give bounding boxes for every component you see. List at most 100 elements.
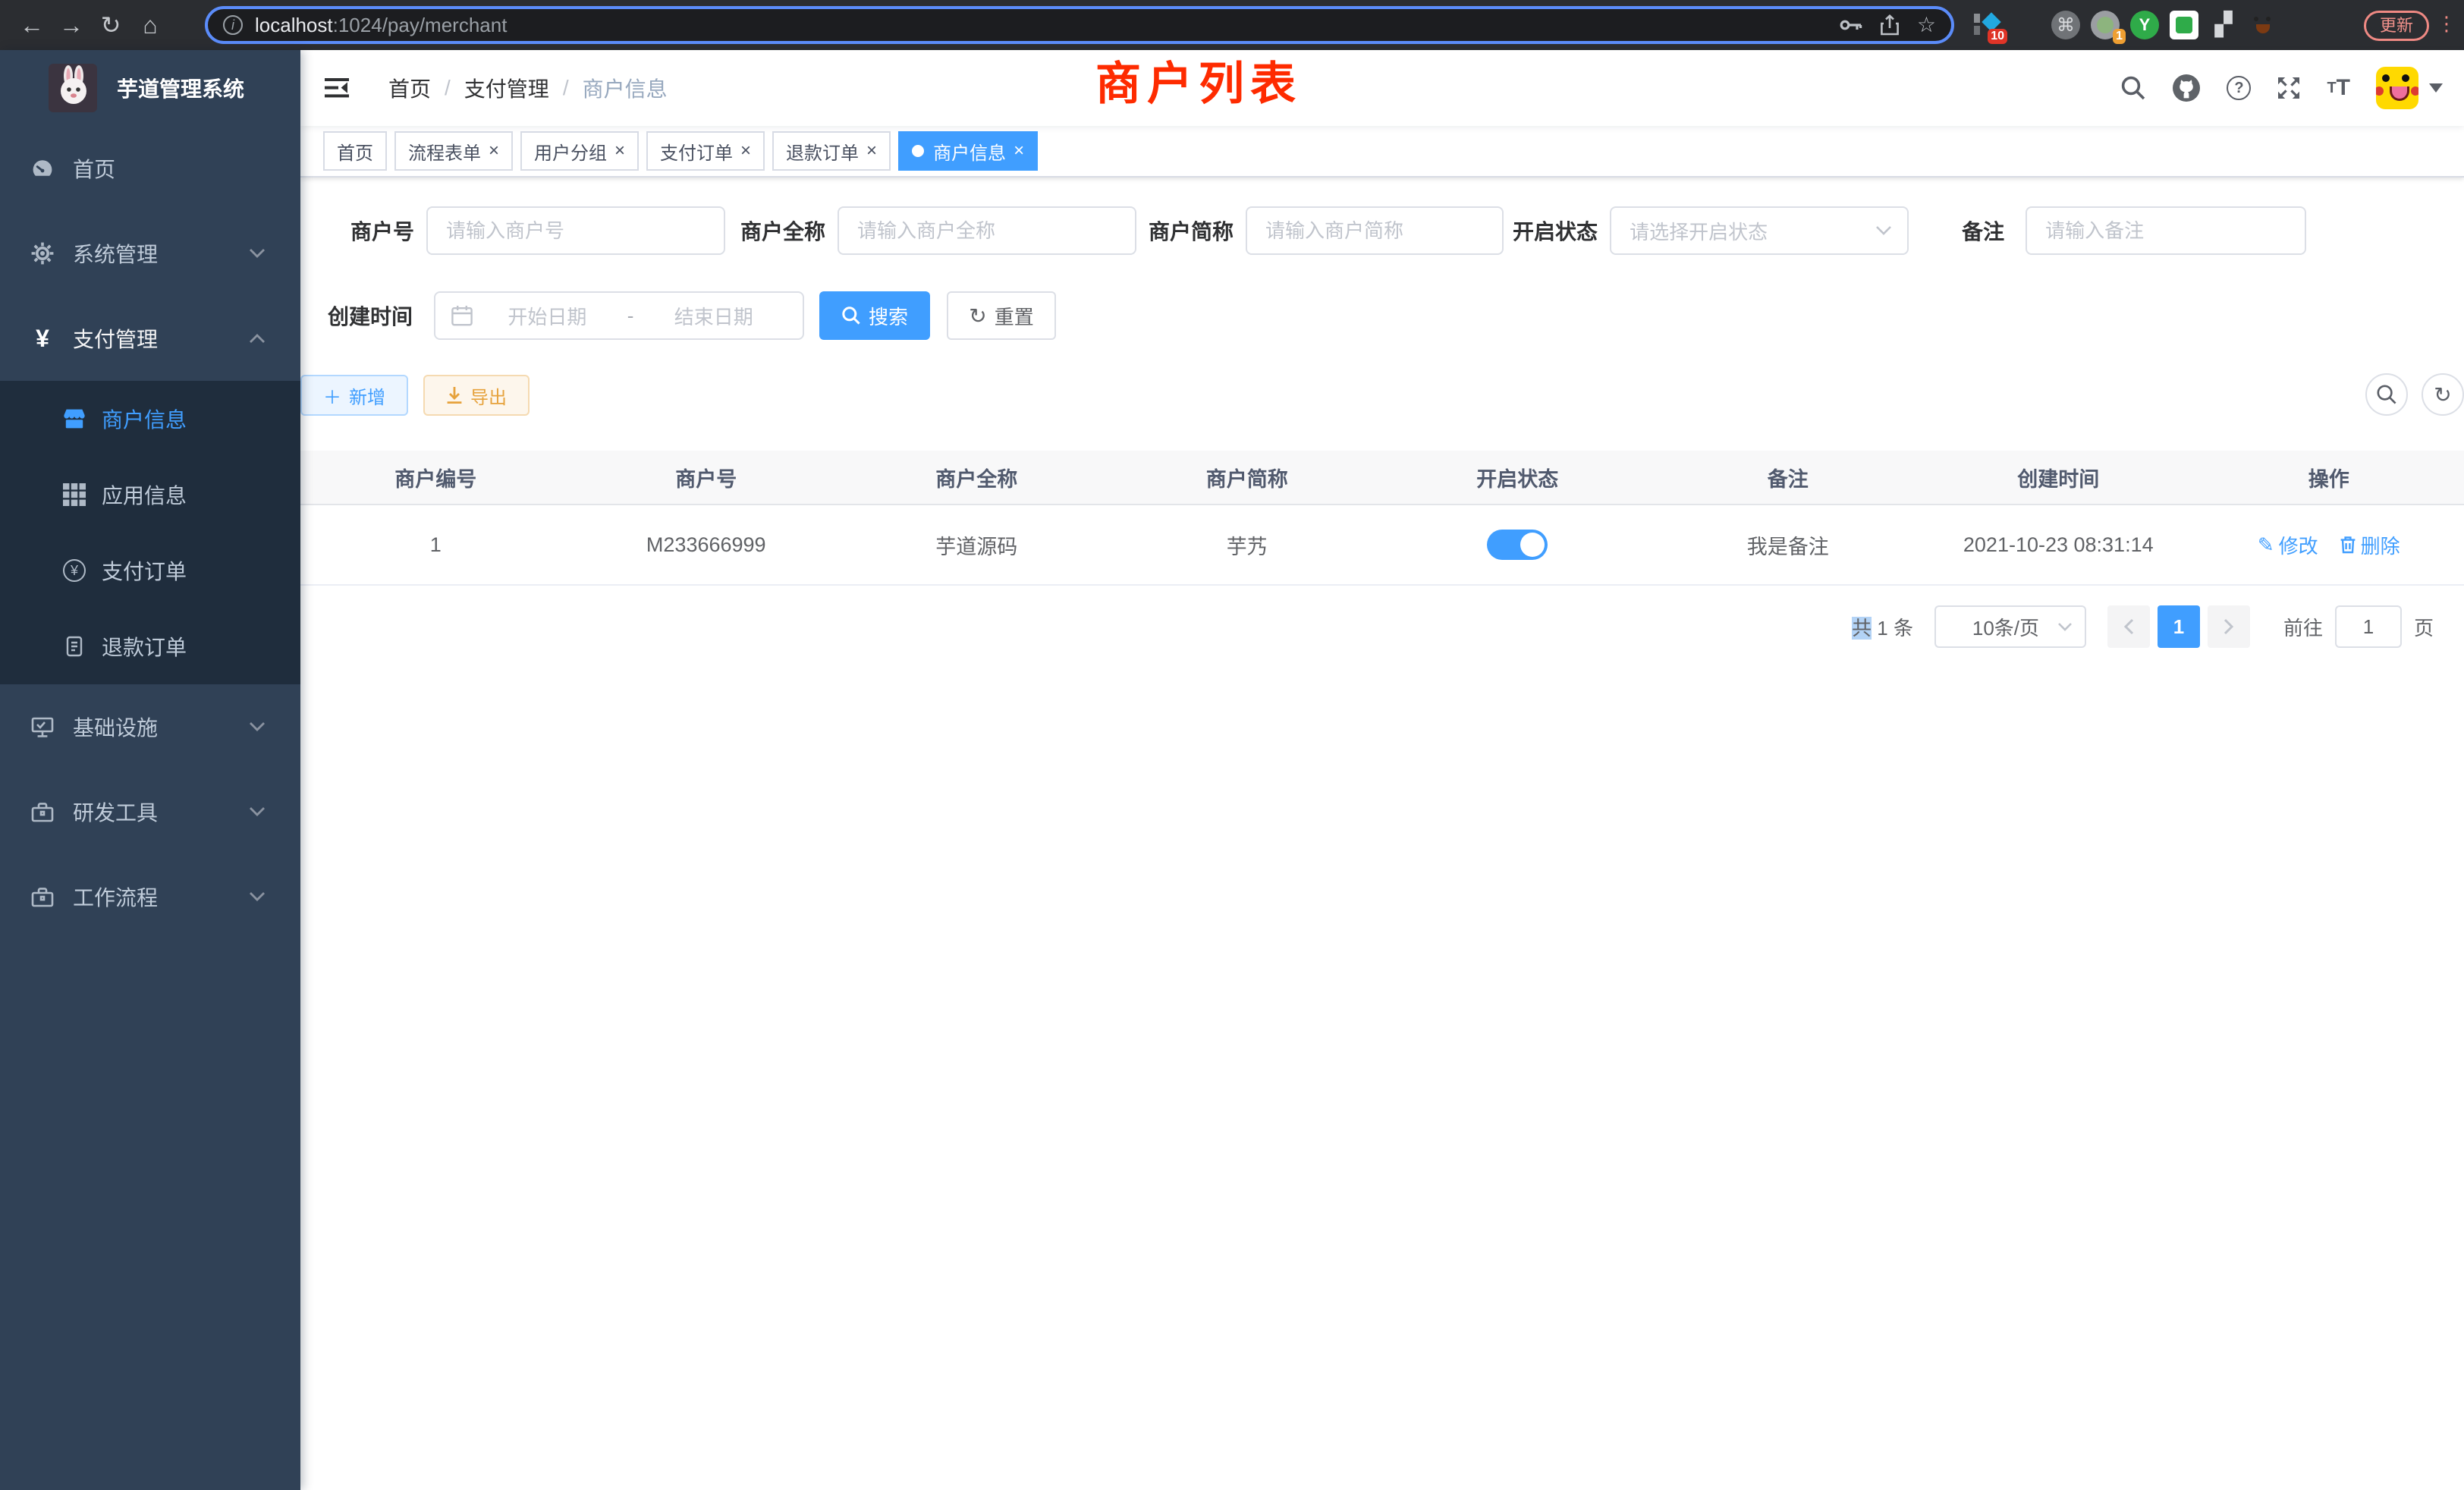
sidebar-item-payment[interactable]: ¥ 支付管理 <box>0 296 300 381</box>
extension-command-icon[interactable]: ⌘ <box>2051 11 2080 39</box>
column-header: 备注 <box>1653 463 1924 492</box>
search-icon[interactable] <box>2120 75 2146 101</box>
sidebar-item-merchant-info[interactable]: 商户信息 <box>0 381 300 457</box>
reload-icon[interactable]: ↻ <box>91 11 130 39</box>
close-icon[interactable]: × <box>866 142 877 160</box>
sidebar-item-workflow[interactable]: 工作流程 <box>0 854 300 939</box>
show-search-button[interactable] <box>2365 373 2408 416</box>
date-end-placeholder: 结束日期 <box>640 302 787 330</box>
status-select[interactable]: 请选择开启状态 <box>1610 206 1909 255</box>
tab-merchant-info[interactable]: 商户信息 × <box>898 131 1038 171</box>
sidebar-item-app-info[interactable]: 应用信息 <box>0 457 300 533</box>
tab-label: 商户信息 <box>933 138 1006 165</box>
tab-user-group[interactable]: 用户分组 × <box>520 131 639 171</box>
status-toggle[interactable] <box>1487 530 1548 560</box>
close-icon[interactable]: × <box>614 142 625 160</box>
extension-recorder-icon[interactable]: 1 <box>2091 11 2120 39</box>
sidebar-item-refund-order[interactable]: 退款订单 <box>0 608 300 684</box>
breadcrumb-home[interactable]: 首页 <box>388 73 431 103</box>
tab-label: 用户分组 <box>534 138 607 165</box>
extension-badge: 10 <box>1988 29 2007 44</box>
cell-id: 1 <box>300 533 571 557</box>
page-number-1[interactable]: 1 <box>2158 605 2200 648</box>
search-button[interactable]: 搜索 <box>819 291 930 340</box>
sidebar-item-infrastructure[interactable]: 基础设施 <box>0 684 300 769</box>
chrome-update-button[interactable]: 更新 <box>2364 11 2429 41</box>
goto-page-input[interactable] <box>2335 605 2402 648</box>
delete-link[interactable]: 删除 <box>2340 531 2400 559</box>
create-time-label: 创建时间 <box>328 300 413 331</box>
table-header: 商户编号 商户号 商户全称 商户简称 开启状态 备注 创建时间 操作 <box>300 451 2464 505</box>
search-form-row-1: 商户号 商户全称 商户简称 开启状态 请选择开启状态 备注 <box>300 206 2464 255</box>
forward-icon[interactable]: → <box>52 11 91 39</box>
sidebar-item-home[interactable]: 首页 <box>0 126 300 211</box>
full-name-input[interactable] <box>838 206 1136 255</box>
help-icon[interactable]: ? <box>2227 76 2251 100</box>
fullscreen-icon[interactable] <box>2277 76 2301 100</box>
sidebar-item-label: 商户信息 <box>102 404 187 434</box>
extension-yuque-icon[interactable]: Y <box>2130 11 2159 39</box>
back-icon[interactable]: ← <box>12 11 52 39</box>
column-header: 开启状态 <box>1382 463 1653 492</box>
password-key-icon[interactable] <box>1840 17 1862 33</box>
close-icon[interactable]: × <box>740 142 751 160</box>
short-name-input[interactable] <box>1246 206 1504 255</box>
tab-pay-order[interactable]: 支付订单× <box>646 131 765 171</box>
active-dot <box>912 145 924 157</box>
top-navbar: 首页 / 支付管理 / 商户信息 ? <box>300 50 2464 126</box>
bookmark-star-icon[interactable]: ☆ <box>1917 14 1936 36</box>
edit-link[interactable]: ✎ 修改 <box>2258 531 2318 559</box>
sidebar-fold-icon[interactable] <box>325 77 349 99</box>
extension-pin-icon[interactable] <box>2012 11 2041 39</box>
date-start-placeholder: 开始日期 <box>473 302 621 330</box>
date-separator: - <box>621 304 640 328</box>
address-bar[interactable]: i localhost:1024/pay/merchant ☆ <box>205 6 1954 44</box>
remark-input[interactable] <box>2026 206 2306 255</box>
profile-emoji-avatar[interactable] <box>2249 11 2277 39</box>
site-info-icon[interactable]: i <box>223 15 243 35</box>
cell-create-time: 2021-10-23 08:31:14 <box>1923 533 2194 557</box>
browser-menu-icon[interactable]: ⋮ <box>2437 12 2456 36</box>
extension-notes-icon[interactable] <box>2170 11 2198 39</box>
tab-refund-order[interactable]: 退款订单× <box>772 131 891 171</box>
column-header: 商户全称 <box>841 463 1112 492</box>
sidebar-item-pay-order[interactable]: ¥ 支付订单 <box>0 533 300 608</box>
breadcrumb: 首页 / 支付管理 / 商户信息 <box>388 73 668 103</box>
sidebar-item-label: 支付订单 <box>102 555 187 586</box>
extensions-puzzle-icon[interactable]: ▞ <box>2209 11 2238 39</box>
date-range-picker[interactable]: 开始日期 - 结束日期 <box>434 291 804 340</box>
extension-devtools-icon[interactable]: 10 <box>1972 11 2001 39</box>
tab-home[interactable]: 首页 <box>323 131 387 171</box>
github-icon[interactable] <box>2172 74 2201 102</box>
breadcrumb-payment[interactable]: 支付管理 <box>464 73 549 103</box>
next-page-button[interactable] <box>2208 605 2250 648</box>
add-button[interactable]: ＋ 新增 <box>300 375 408 416</box>
merchant-no-input[interactable] <box>426 206 725 255</box>
search-icon <box>2376 384 2397 405</box>
home-icon[interactable]: ⌂ <box>130 11 170 39</box>
pencil-icon: ✎ <box>2258 533 2274 557</box>
avatar-caret-icon[interactable] <box>2429 83 2443 93</box>
goto-label: 前往 <box>2283 613 2323 641</box>
sidebar-item-dev-tools[interactable]: 研发工具 <box>0 769 300 854</box>
prev-page-button[interactable] <box>2107 605 2150 648</box>
briefcase-icon <box>30 800 55 824</box>
share-icon[interactable] <box>1881 14 1899 36</box>
reset-button[interactable]: ↻ 重置 <box>947 291 1056 340</box>
sidebar-item-system[interactable]: 系统管理 <box>0 211 300 296</box>
close-icon[interactable]: × <box>1014 142 1024 160</box>
gear-icon <box>30 241 55 266</box>
chevron-down-icon <box>249 248 266 259</box>
sidebar-logo[interactable]: 芋道管理系统 <box>0 50 300 126</box>
sidebar-item-label: 工作流程 <box>73 882 249 912</box>
refresh-button[interactable]: ↻ <box>2422 373 2464 416</box>
close-icon[interactable]: × <box>489 142 499 160</box>
font-size-icon[interactable]: TT <box>2327 75 2350 101</box>
user-avatar[interactable] <box>2376 67 2418 109</box>
total-count: 共 1 条 <box>1852 613 1913 641</box>
cell-remark: 我是备注 <box>1653 530 1924 560</box>
page-size-select[interactable]: 10条/页 <box>1934 605 2086 648</box>
export-button[interactable]: 导出 <box>423 375 530 416</box>
column-header: 商户号 <box>571 463 842 492</box>
tab-process-form[interactable]: 流程表单× <box>394 131 513 171</box>
